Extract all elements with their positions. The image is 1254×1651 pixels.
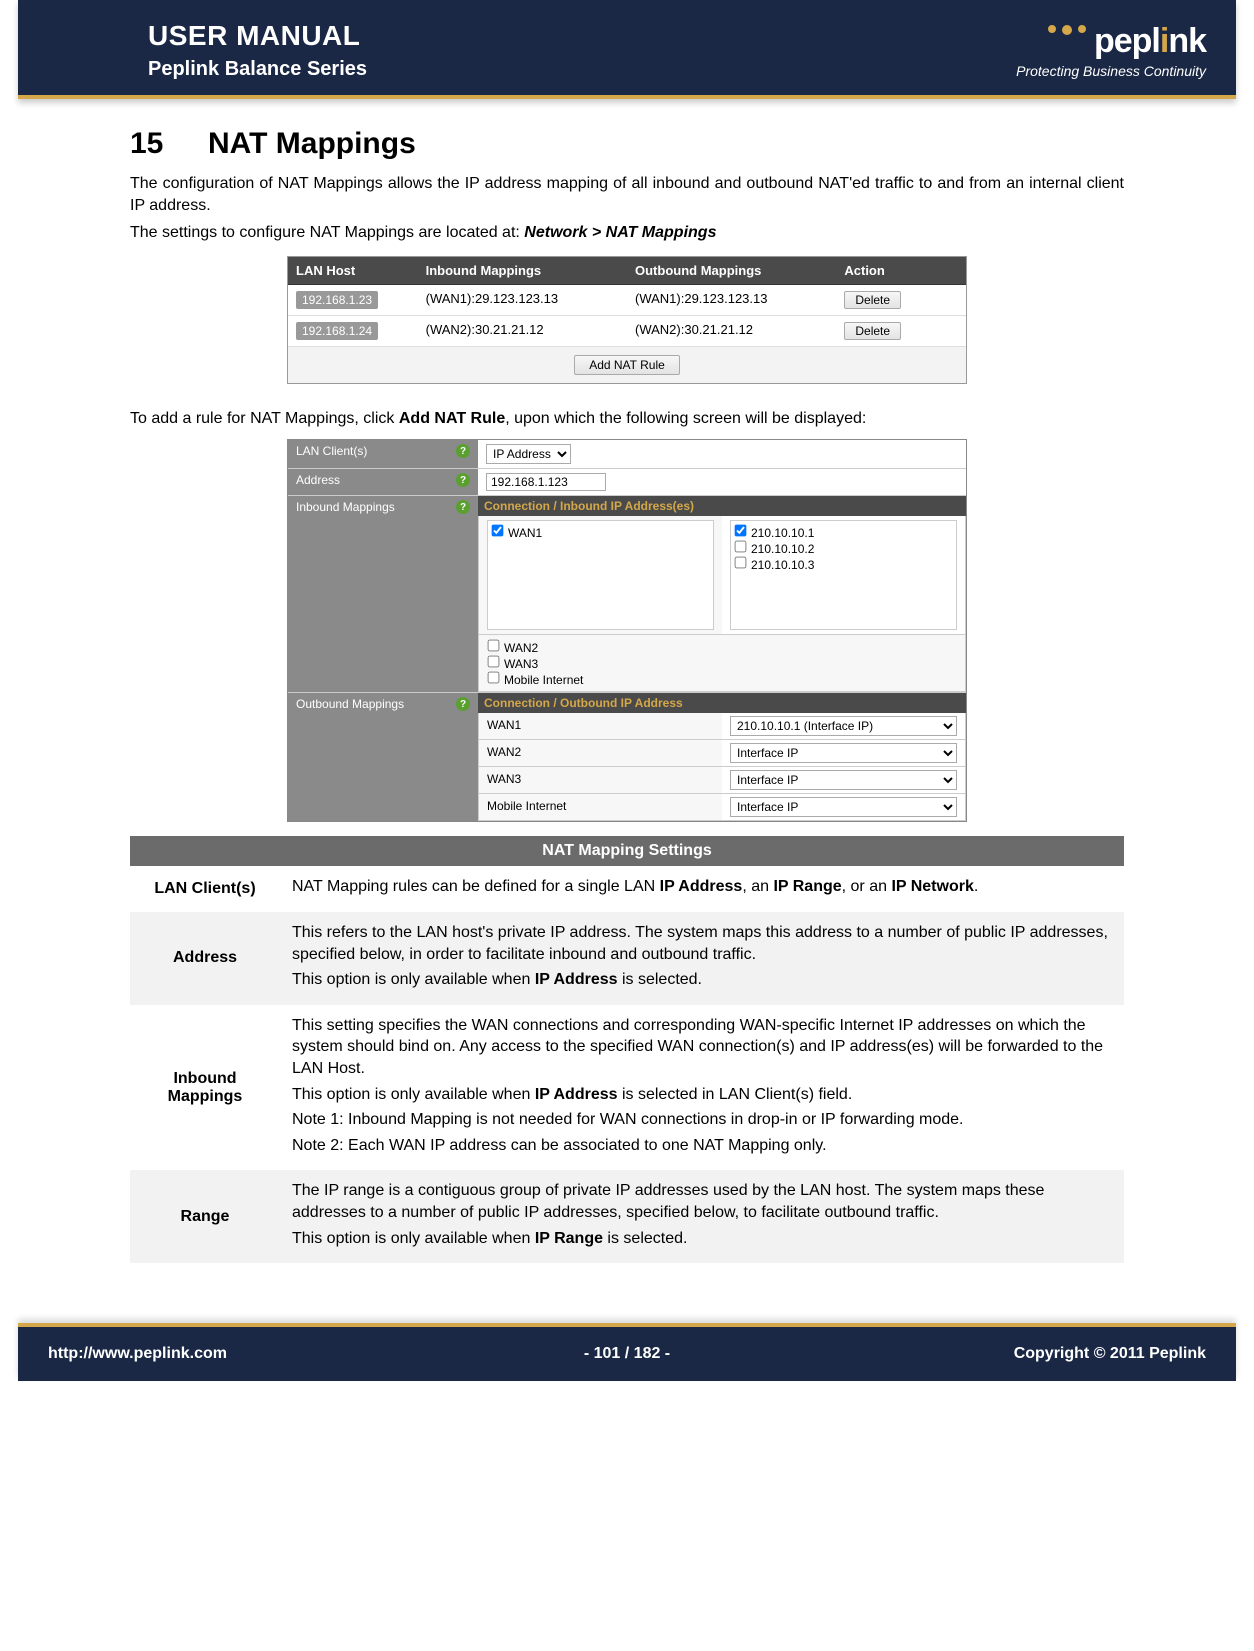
cell-outbound: (WAN1):29.123.123.13: [627, 285, 836, 315]
chapter-heading: 15NAT Mappings: [130, 127, 1124, 161]
nat-form-screenshot: LAN Client(s)? IP Address Address? Inbou…: [287, 439, 967, 822]
outbound-select[interactable]: Interface IP: [730, 743, 957, 763]
help-icon[interactable]: ?: [456, 697, 470, 711]
col-action: Action: [836, 257, 966, 284]
outbound-row: WAN2 Interface IP: [478, 740, 966, 767]
col-outbound: Outbound Mappings: [627, 257, 836, 284]
outbound-row: WAN1 210.10.10.1 (Interface IP): [478, 713, 966, 740]
outbound-header: Connection / Outbound IP Address: [478, 693, 966, 713]
header-right: peplink Protecting Business Continuity: [1016, 22, 1206, 79]
outbound-name: WAN1: [479, 713, 722, 739]
settings-table: NAT Mapping Settings LAN Client(s) NAT M…: [130, 836, 1124, 1263]
help-icon[interactable]: ?: [456, 473, 470, 487]
ip-checklist-box: 210.10.10.1 210.10.10.2 210.10.10.3: [730, 520, 957, 630]
chapter-number: 15: [130, 127, 208, 161]
wan1-checkbox[interactable]: WAN1: [491, 526, 542, 540]
nat-list-screenshot: LAN Host Inbound Mappings Outbound Mappi…: [287, 256, 967, 384]
row-desc: The IP range is a contiguous group of pr…: [280, 1170, 1124, 1263]
delete-button[interactable]: Delete: [844, 291, 901, 309]
label-address: Address: [296, 473, 340, 487]
intro-p2: The settings to configure NAT Mappings a…: [130, 222, 1124, 244]
brand-name: peplink: [1094, 22, 1206, 61]
outbound-name: WAN2: [479, 740, 722, 766]
outbound-select[interactable]: 210.10.10.1 (Interface IP): [730, 716, 957, 736]
form-row-inbound: Inbound Mappings? Connection / Inbound I…: [288, 496, 966, 693]
header: USER MANUAL Peplink Balance Series pepli…: [18, 0, 1236, 99]
cell-inbound: (WAN2):30.21.21.12: [418, 316, 627, 346]
header-left: USER MANUAL Peplink Balance Series: [148, 20, 367, 81]
inbound-header: Connection / Inbound IP Address(es): [478, 496, 966, 516]
mobile-checkbox[interactable]: Mobile Internet: [487, 673, 583, 687]
manual-subtitle: Peplink Balance Series: [148, 58, 367, 81]
wan2-checkbox[interactable]: WAN2: [487, 641, 538, 655]
row-name: Range: [130, 1170, 280, 1263]
address-input[interactable]: [486, 473, 606, 491]
table-row: 192.168.1.24 (WAN2):30.21.21.12 (WAN2):3…: [288, 316, 966, 347]
label-outbound: Outbound Mappings: [296, 697, 404, 711]
delete-button[interactable]: Delete: [844, 322, 901, 340]
label-inbound: Inbound Mappings: [296, 500, 395, 514]
row-name: Inbound Mappings: [130, 1005, 280, 1171]
wan-checklist-box: WAN1: [487, 520, 714, 630]
mid-paragraph: To add a rule for NAT Mappings, click Ad…: [130, 408, 1124, 430]
col-inbound: Inbound Mappings: [418, 257, 627, 284]
manual-title: USER MANUAL: [148, 20, 367, 52]
outbound-select[interactable]: Interface IP: [730, 797, 957, 817]
row-name: Address: [130, 912, 280, 1005]
logo-dots-icon: [1048, 25, 1086, 35]
ip-checkbox[interactable]: 210.10.10.2: [734, 542, 814, 556]
add-nat-rule-button[interactable]: Add NAT Rule: [574, 355, 680, 375]
ip-checkbox[interactable]: 210.10.10.3: [734, 558, 814, 572]
footer-page: - 101 / 182 -: [434, 1345, 820, 1363]
table-row: 192.168.1.23 (WAN1):29.123.123.13 (WAN1)…: [288, 285, 966, 316]
wan3-checkbox[interactable]: WAN3: [487, 657, 538, 671]
lan-clients-select[interactable]: IP Address: [486, 444, 571, 464]
cell-outbound: (WAN2):30.21.21.12: [627, 316, 836, 346]
outbound-row: Mobile Internet Interface IP: [478, 794, 966, 821]
row-desc: NAT Mapping rules can be defined for a s…: [280, 866, 1124, 912]
outbound-select[interactable]: Interface IP: [730, 770, 957, 790]
footer: http://www.peplink.com - 101 / 182 - Cop…: [18, 1323, 1236, 1381]
nat-list-footer: Add NAT Rule: [288, 347, 966, 383]
content-area: 15NAT Mappings The configuration of NAT …: [0, 99, 1254, 1303]
form-row-address: Address?: [288, 469, 966, 496]
outbound-name: Mobile Internet: [479, 794, 722, 820]
nat-list-header: LAN Host Inbound Mappings Outbound Mappi…: [288, 257, 966, 285]
label-lan-clients: LAN Client(s): [296, 444, 367, 458]
lan-host-chip[interactable]: 192.168.1.24: [296, 322, 378, 340]
chapter-title: NAT Mappings: [208, 127, 416, 160]
settings-row-lan-clients: LAN Client(s) NAT Mapping rules can be d…: [130, 866, 1124, 912]
outbound-row: WAN3 Interface IP: [478, 767, 966, 794]
intro-p1: The configuration of NAT Mappings allows…: [130, 173, 1124, 216]
help-icon[interactable]: ?: [456, 444, 470, 458]
row-desc: This refers to the LAN host's private IP…: [280, 912, 1124, 1005]
outbound-name: WAN3: [479, 767, 722, 793]
row-desc: This setting specifies the WAN connectio…: [280, 1005, 1124, 1171]
brand-tagline: Protecting Business Continuity: [1016, 63, 1206, 79]
settings-row-address: Address This refers to the LAN host's pr…: [130, 912, 1124, 1005]
settings-row-inbound: Inbound Mappings This setting specifies …: [130, 1005, 1124, 1171]
col-lan-host: LAN Host: [288, 257, 418, 284]
footer-copyright: Copyright © 2011 Peplink: [820, 1345, 1206, 1363]
form-row-lan-clients: LAN Client(s)? IP Address: [288, 440, 966, 469]
logo: peplink: [1016, 22, 1206, 61]
cell-inbound: (WAN1):29.123.123.13: [418, 285, 627, 315]
help-icon[interactable]: ?: [456, 500, 470, 514]
ip-checkbox[interactable]: 210.10.10.1: [734, 526, 814, 540]
row-name: LAN Client(s): [130, 866, 280, 912]
lan-host-chip[interactable]: 192.168.1.23: [296, 291, 378, 309]
footer-url: http://www.peplink.com: [48, 1345, 434, 1363]
settings-row-range: Range The IP range is a contiguous group…: [130, 1170, 1124, 1263]
settings-title: NAT Mapping Settings: [130, 836, 1124, 866]
form-row-outbound: Outbound Mappings? Connection / Outbound…: [288, 693, 966, 821]
